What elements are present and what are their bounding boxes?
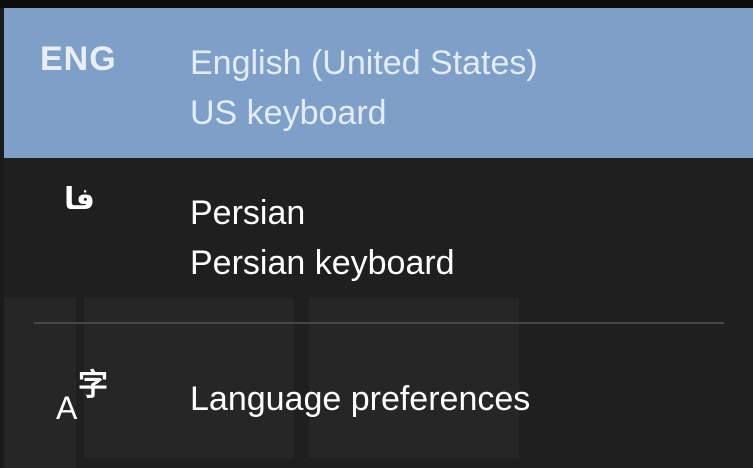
language-details: Persian Persian keyboard <box>190 188 455 288</box>
language-abbreviation: ENG <box>40 40 117 78</box>
language-details: English (United States) US keyboard <box>190 38 538 138</box>
taskbar-edge <box>0 0 753 8</box>
keyboard-layout-name: Persian keyboard <box>190 244 455 282</box>
language-name: English (United States) <box>190 44 538 82</box>
language-name: Persian <box>190 194 306 232</box>
menu-divider <box>34 322 724 324</box>
language-preferences-link[interactable]: A 字 Language preferences <box>4 338 753 458</box>
input-language-flyout: ENG English (United States) US keyboard … <box>4 8 753 468</box>
keyboard-layout-name: US keyboard <box>190 94 387 132</box>
language-settings-icon: A 字 <box>56 369 108 426</box>
language-preferences-label: Language preferences <box>190 380 531 418</box>
language-abbreviation: فا <box>64 183 95 216</box>
language-item-english[interactable]: ENG English (United States) US keyboard <box>4 8 753 158</box>
language-item-persian[interactable]: فا Persian Persian keyboard <box>4 158 753 308</box>
